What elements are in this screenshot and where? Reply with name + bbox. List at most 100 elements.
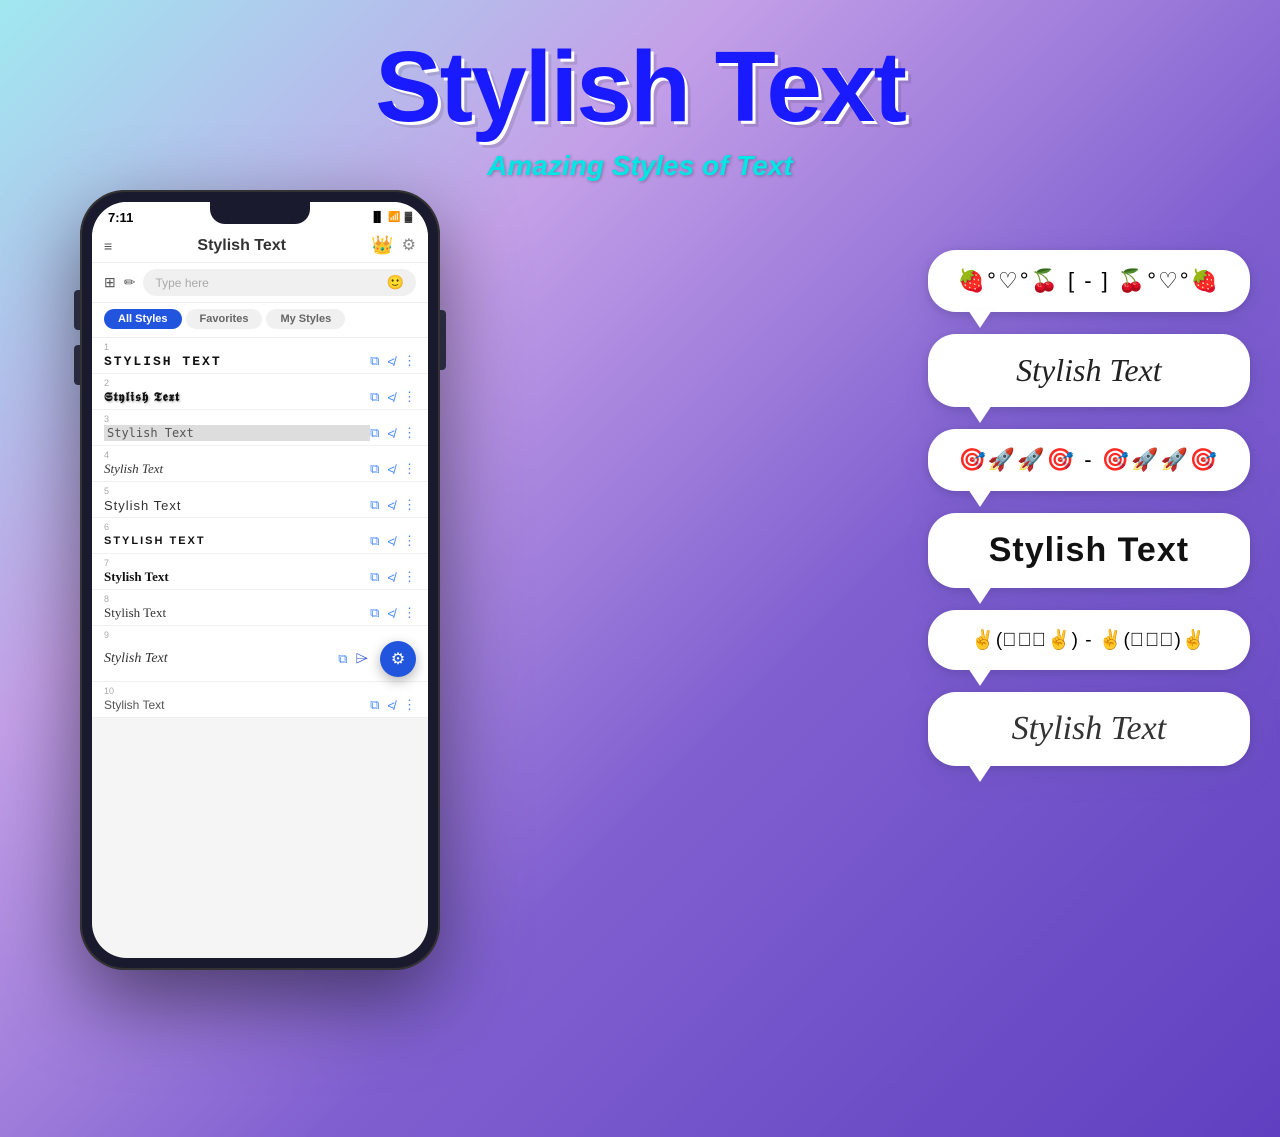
style-text-7: Stylish Text: [104, 569, 370, 585]
hamburger-icon[interactable]: ≡: [104, 238, 112, 254]
more-button-6[interactable]: ⋮: [403, 533, 416, 549]
list-item: 10 Stylish Text ⧉ ≮ ⋮: [92, 682, 428, 718]
bubble-content-6: Stylish Text: [1012, 710, 1167, 748]
speech-bubble-5: ✌(ﾟ◡ﾟ✌) - ✌(ﾟ◡ﾟ)✌: [928, 610, 1250, 670]
more-button-4[interactable]: ⋮: [403, 461, 416, 477]
phone-mockup: 7:11 ▐▌ 📶 ▓ ≡ Stylish Text 👑 ⚙ ⊞ ✏: [30, 190, 510, 1110]
share-button-2[interactable]: ≮: [387, 390, 395, 405]
more-button-2[interactable]: ⋮: [403, 389, 416, 405]
bubble-content-5: ✌(ﾟ◡ﾟ✌) - ✌(ﾟ◡ﾟ)✌: [971, 628, 1206, 652]
speech-bubble-3: 🎯🚀🚀🎯 - 🎯🚀🚀🎯: [928, 429, 1250, 491]
style-text-9: Stylish Text: [104, 651, 338, 667]
list-item: 5 Stylish Text ⧉ ≮ ⋮: [92, 482, 428, 518]
search-input-box[interactable]: Type here 🙂: [143, 269, 416, 296]
list-item: 2 𝕾𝖙𝖞𝖑𝖎𝖘𝖍 𝕿𝖊𝖝𝖙 ⧉ ≮ ⋮: [92, 374, 428, 410]
more-button-5[interactable]: ⋮: [403, 497, 416, 513]
search-bar: ⊞ ✏ Type here 🙂: [92, 263, 428, 303]
status-time: 7:11: [108, 210, 133, 225]
style-actions-10: ⧉ ≮ ⋮: [370, 697, 416, 713]
speech-bubble-6: Stylish Text: [928, 692, 1250, 766]
edit-icon[interactable]: ✏: [124, 274, 136, 291]
copy-button-1[interactable]: ⧉: [370, 353, 379, 369]
style-list: 1 STYLISH TEXT ⧉ ≮ ⋮ 2 𝕾𝖙𝖞𝖑𝖎𝖘𝖍 𝕿𝖊𝖝𝖙: [92, 338, 428, 718]
list-item: 9 Stylish Text ⧉ ⌲ ⚙: [92, 626, 428, 682]
power-button: [440, 310, 446, 370]
style-actions-4: ⧉ ≮ ⋮: [370, 461, 416, 477]
share-button-7[interactable]: ≮: [387, 570, 395, 585]
style-text-10: Stylish Text: [104, 698, 370, 712]
style-text-4: Stylish Text: [104, 461, 370, 477]
vol-up-button: [74, 290, 80, 330]
list-item: 3 Stylish Text ⧉ ≮ ⋮: [92, 410, 428, 446]
list-item: 1 STYLISH TEXT ⧉ ≮ ⋮: [92, 338, 428, 374]
style-text-8: Stylish Text: [104, 605, 370, 621]
more-button-1[interactable]: ⋮: [403, 353, 416, 369]
style-actions-8: ⧉ ≮ ⋮: [370, 605, 416, 621]
style-actions-7: ⧉ ≮ ⋮: [370, 569, 416, 585]
bubble-content-1: 🍓°♡°🍒 [ - ] 🍒°♡°🍓: [958, 268, 1220, 294]
copy-button-10[interactable]: ⧉: [370, 697, 379, 713]
share-button-5[interactable]: ≮: [387, 498, 395, 513]
vol-down-button: [74, 345, 80, 385]
copy-button-6[interactable]: ⧉: [370, 533, 379, 549]
style-text-3: Stylish Text: [104, 425, 370, 441]
status-icons: ▐▌ 📶 ▓: [370, 212, 412, 223]
more-button-10[interactable]: ⋮: [403, 697, 416, 713]
more-button-7[interactable]: ⋮: [403, 569, 416, 585]
copy-button-8[interactable]: ⧉: [370, 605, 379, 621]
app-header-section: Stylish Text Amazing Styles of Text: [0, 0, 1280, 182]
app-name-label: Stylish Text: [197, 237, 286, 255]
share-button-4[interactable]: ≮: [387, 462, 395, 477]
style-actions-6: ⧉ ≮ ⋮: [370, 533, 416, 549]
tab-my-styles[interactable]: My Styles: [266, 309, 345, 329]
style-actions-2: ⧉ ≮ ⋮: [370, 389, 416, 405]
style-text-1: STYLISH TEXT: [104, 354, 370, 369]
signal-icon: ▐▌: [370, 212, 384, 223]
list-item: 4 Stylish Text ⧉ ≮ ⋮: [92, 446, 428, 482]
emoji-icon[interactable]: 🙂: [387, 274, 404, 291]
tab-favorites[interactable]: Favorites: [186, 309, 263, 329]
share-button-10[interactable]: ≮: [387, 698, 395, 713]
speech-bubble-4: Stylish Text: [928, 513, 1250, 588]
speech-bubble-2: Stylish Text: [928, 334, 1250, 407]
header-icons: 👑 ⚙: [371, 235, 416, 256]
share-button-8[interactable]: ≮: [387, 606, 395, 621]
share-button-9[interactable]: ⌲: [356, 650, 368, 668]
speech-bubble-1: 🍓°♡°🍒 [ - ] 🍒°♡°🍓: [928, 250, 1250, 312]
share-button-6[interactable]: ≮: [387, 534, 395, 549]
copy-button-9[interactable]: ⧉: [338, 651, 347, 667]
more-button-8[interactable]: ⋮: [403, 605, 416, 621]
style-text-5: Stylish Text: [104, 498, 370, 513]
tab-all-styles[interactable]: All Styles: [104, 309, 182, 329]
settings-fab[interactable]: ⚙: [380, 641, 416, 677]
settings-icon[interactable]: ⚙: [402, 235, 416, 256]
more-button-3[interactable]: ⋮: [403, 425, 416, 441]
filter-icon[interactable]: ⊞: [104, 274, 116, 291]
style-actions-3: ⧉ ≮ ⋮: [370, 425, 416, 441]
share-button-1[interactable]: ≮: [387, 354, 395, 369]
style-text-2: 𝕾𝖙𝖞𝖑𝖎𝖘𝖍 𝕿𝖊𝖝𝖙: [104, 389, 370, 405]
wifi-icon: 📶: [388, 212, 400, 223]
search-placeholder-text: Type here: [155, 276, 208, 290]
list-item: 7 Stylish Text ⧉ ≮ ⋮: [92, 554, 428, 590]
copy-button-4[interactable]: ⧉: [370, 461, 379, 477]
copy-button-2[interactable]: ⧉: [370, 389, 379, 405]
phone-screen: 7:11 ▐▌ 📶 ▓ ≡ Stylish Text 👑 ⚙ ⊞ ✏: [92, 202, 428, 958]
app-title: Stylish Text: [0, 30, 1280, 145]
app-subtitle: Amazing Styles of Text: [0, 150, 1280, 182]
app-top-bar: ≡ Stylish Text 👑 ⚙: [92, 229, 428, 263]
bubble-content-3: 🎯🚀🚀🎯 - 🎯🚀🚀🎯: [959, 447, 1220, 473]
copy-button-5[interactable]: ⧉: [370, 497, 379, 513]
style-actions-5: ⧉ ≮ ⋮: [370, 497, 416, 513]
style-text-6: STYLISH TEXT: [104, 535, 370, 547]
copy-button-7[interactable]: ⧉: [370, 569, 379, 585]
tabs-bar: All Styles Favorites My Styles: [92, 303, 428, 338]
list-item: 6 STYLISH TEXT ⧉ ≮ ⋮: [92, 518, 428, 554]
bubble-content-2: Stylish Text: [1016, 352, 1161, 389]
style-actions-9: ⧉ ⌲ ⚙: [338, 641, 416, 677]
share-button-3[interactable]: ≮: [387, 426, 395, 441]
copy-button-3[interactable]: ⧉: [370, 425, 379, 441]
list-item: 8 Stylish Text ⧉ ≮ ⋮: [92, 590, 428, 626]
style-actions-1: ⧉ ≮ ⋮: [370, 353, 416, 369]
crown-icon[interactable]: 👑: [371, 235, 393, 256]
